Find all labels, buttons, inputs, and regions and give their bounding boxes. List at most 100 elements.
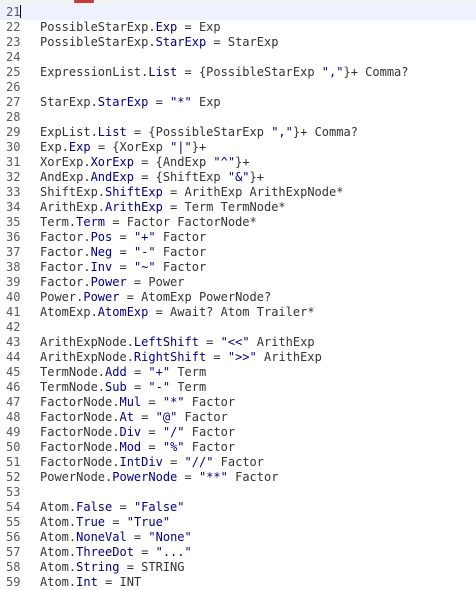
code-token: Term <box>170 365 207 379</box>
line-number: 45 <box>6 365 21 379</box>
code-token: IntDiv <box>119 455 163 469</box>
code-token: Exp <box>155 20 178 34</box>
line-code: ArithExpNode.RightShift = ">>" ArithExp <box>40 350 322 365</box>
code-token: = Term TermNode* <box>162 200 286 214</box>
code-line[interactable]: 57 Atom.ThreeDot = "..." <box>0 545 476 560</box>
code-line[interactable]: 26 <box>0 80 476 95</box>
line-code: Atom.True = "True" <box>40 515 170 530</box>
code-token: = <box>133 545 156 559</box>
code-token: Factor. <box>40 275 91 289</box>
code-line[interactable]: 22 PossibleStarExp.Exp = Exp <box>0 20 476 35</box>
code-token: "True" <box>126 515 171 529</box>
line-number: 51 <box>6 455 21 469</box>
code-line[interactable]: 34 ArithExp.ArithExp = Term TermNode* <box>0 200 476 215</box>
code-line[interactable]: 54 Atom.False = "False" <box>0 500 476 515</box>
code-line[interactable]: 43 ArithExpNode.LeftShift = "<<" ArithExp <box>0 335 476 350</box>
line-number: 25 <box>6 65 21 79</box>
code-token: "..." <box>155 545 192 559</box>
code-line[interactable]: 25 ExpressionList.List = {PossibleStarExp… <box>0 65 476 80</box>
code-token: PowerNode <box>112 470 178 484</box>
code-editor[interactable]: 21 22 PossibleStarExp.Exp = Exp 23 PossibleS… <box>0 0 476 589</box>
code-line[interactable]: 32 AndExp.AndExp = {ShiftExp "&"}+ <box>0 170 476 185</box>
code-token: Exp <box>68 140 91 154</box>
code-token: Factor <box>184 440 236 454</box>
line-number: 47 <box>6 395 21 409</box>
line-number: 38 <box>6 260 21 274</box>
code-token: "<<" <box>220 335 250 349</box>
line-number: 54 <box>6 500 21 514</box>
code-line[interactable]: 51 FactorNode.IntDiv = "//" Factor <box>0 455 476 470</box>
code-line[interactable]: 45 TermNode.Add = "+" Term <box>0 365 476 380</box>
code-token: ArithExp. <box>40 200 106 214</box>
code-line[interactable]: 30 Exp.Exp = {XorExp "|"}+ <box>0 140 476 155</box>
code-line[interactable]: 55 Atom.True = "True" <box>0 515 476 530</box>
code-line[interactable]: 24 <box>0 50 476 65</box>
code-line[interactable]: 39 Factor.Power = Power <box>0 275 476 290</box>
code-token: Factor <box>155 245 207 259</box>
code-line[interactable]: 41 AtomExp.AtomExp = Await? Atom Trailer* <box>0 305 476 320</box>
code-token: = <box>177 470 199 484</box>
line-code: Term.Term = Factor FactorNode* <box>40 215 257 230</box>
line-code: PossibleStarExp.Exp = Exp <box>40 20 221 35</box>
code-token: = <box>126 530 149 544</box>
code-line[interactable]: 50 FactorNode.Mod = "%" Factor <box>0 440 476 455</box>
code-token: Term <box>170 380 207 394</box>
code-token: "**" <box>198 470 228 484</box>
code-token: Factor <box>227 470 279 484</box>
code-line[interactable]: 53 <box>0 485 476 500</box>
code-token: ExpressionList. <box>40 65 149 79</box>
line-number: 22 <box>6 20 21 34</box>
code-token: "+" <box>148 365 171 379</box>
code-line[interactable]: 29 ExpList.List = {PossibleStarExp ","}+ … <box>0 125 476 140</box>
code-token: = {AndExp <box>133 155 214 169</box>
code-line[interactable]: 37 Factor.Neg = "-" Factor <box>0 245 476 260</box>
code-line[interactable]: 52 PowerNode.PowerNode = "**" Factor <box>0 470 476 485</box>
code-line[interactable]: 36 Factor.Pos = "+" Factor <box>0 230 476 245</box>
code-line[interactable]: 31 XorExp.XorExp = {AndExp "^"}+ <box>0 155 476 170</box>
code-token: Sub <box>105 380 127 394</box>
code-line[interactable]: 27 StarExp.StarExp = "*" Exp <box>0 95 476 110</box>
line-number: 53 <box>6 485 21 499</box>
code-token: = <box>141 440 163 454</box>
line-code: Atom.Int = INT <box>40 575 141 590</box>
line-number: 59 <box>6 575 21 589</box>
code-line[interactable]: 33 ShiftExp.ShiftExp = ArithExp ArithExpN… <box>0 185 476 200</box>
line-number: 32 <box>6 170 21 184</box>
code-line[interactable]: 42 <box>0 320 476 335</box>
code-line[interactable]: 28 <box>0 110 476 125</box>
code-line[interactable]: 56 Atom.NoneVal = "None" <box>0 530 476 545</box>
code-token: = <box>126 380 149 394</box>
code-line[interactable]: 44 ArithExpNode.RightShift = ">>" ArithEx… <box>0 350 476 365</box>
code-token: = <box>112 230 134 244</box>
line-code: AtomExp.AtomExp = Await? Atom Trailer* <box>40 305 315 320</box>
line-number: 29 <box>6 125 21 139</box>
code-line[interactable]: 46 TermNode.Sub = "-" Term <box>0 380 476 395</box>
code-line[interactable]: 59 Atom.Int = INT <box>0 575 476 590</box>
code-token: "*" <box>170 95 192 109</box>
line-number: 41 <box>6 305 21 319</box>
code-line[interactable]: 58 Atom.String = STRING <box>0 560 476 575</box>
code-line[interactable]: 48 FactorNode.At = "@" Factor <box>0 410 476 425</box>
code-token: Term. <box>40 215 77 229</box>
code-line[interactable]: 47 FactorNode.Mul = "*" Factor <box>0 395 476 410</box>
code-line[interactable]: 40 Power.Power = AtomExp PowerNode? <box>0 290 476 305</box>
code-line[interactable]: 49 FactorNode.Div = "/" Factor <box>0 425 476 440</box>
code-line[interactable]: 21 <box>0 5 476 20</box>
line-number: 34 <box>6 200 21 214</box>
code-token: = {PossibleStarExp <box>126 125 272 139</box>
code-line[interactable]: 35 Term.Term = Factor FactorNode* <box>0 215 476 230</box>
code-line[interactable]: 23 PossibleStarExp.StarExp = StarExp <box>0 35 476 50</box>
code-token: FactorNode. <box>40 425 120 439</box>
line-number: 58 <box>6 560 21 574</box>
code-token: }+ <box>235 155 250 169</box>
code-token: Exp. <box>40 140 69 154</box>
code-token: = StarExp <box>206 35 279 49</box>
code-token: Term <box>76 215 106 229</box>
text-caret <box>20 5 22 18</box>
line-code: TermNode.Sub = "-" Term <box>40 380 206 395</box>
code-token: Atom. <box>40 530 77 544</box>
line-code: ExpList.List = {PossibleStarExp ","}+ Co… <box>40 125 358 140</box>
code-line[interactable]: 38 Factor.Inv = "~" Factor <box>0 260 476 275</box>
scroll-marker <box>74 0 94 3</box>
line-number: 43 <box>6 335 21 349</box>
